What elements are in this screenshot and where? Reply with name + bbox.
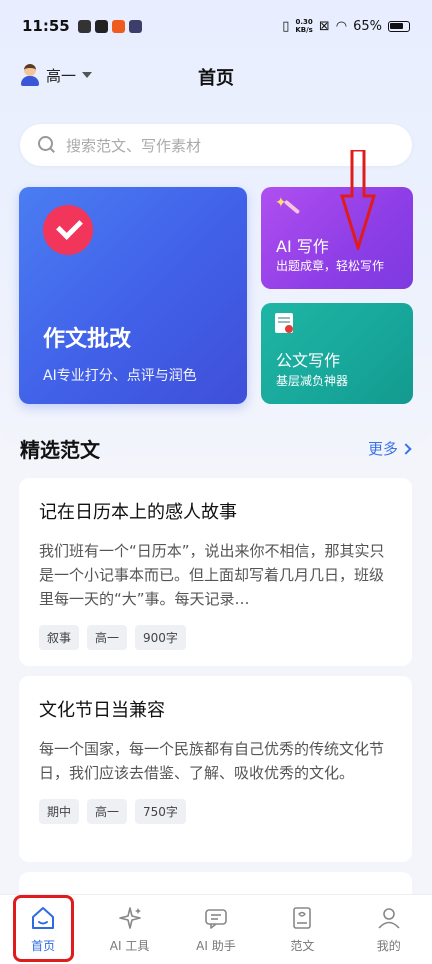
tab-profile[interactable]: 我的 — [354, 905, 424, 964]
tab-ai-assistant[interactable]: AI 助手 — [181, 905, 251, 964]
tab-ai-assistant-label: AI 助手 — [196, 939, 236, 953]
tag-genre: 叙事 — [39, 625, 80, 650]
tab-ai-tools[interactable]: AI 工具 — [95, 905, 165, 964]
annotation-arrow-icon — [340, 150, 376, 250]
tag-length: 750字 — [135, 799, 186, 824]
tag-length: 900字 — [135, 625, 186, 650]
top-nav: 高一 首页 — [0, 58, 432, 94]
essay-excerpt: 我们班有一个“日历本”，说出来你不相信，那其实只是一个小记事本而已。但上面却写着… — [39, 542, 385, 608]
battery-icon — [388, 20, 410, 32]
search-icon — [38, 136, 56, 154]
status-time: 11:55 — [22, 17, 70, 35]
essay-correction-card[interactable]: 作文批改 AI专业打分、点评与润色 — [19, 187, 247, 404]
net-speed-unit: KB/s — [295, 26, 313, 34]
ai-writing-title: AI 写作 — [276, 237, 329, 256]
ai-writing-card[interactable]: ✦ AI 写作 出题成章，轻松写作 — [261, 187, 413, 289]
magic-wand-icon: ✦ — [275, 195, 301, 221]
ai-writing-subtitle: 出题成章，轻松写作 — [276, 259, 385, 273]
essay-tags: 期中 高一 750字 — [39, 799, 392, 824]
annotation-highlight-box — [13, 895, 74, 962]
tab-essays[interactable]: 范文 — [267, 905, 337, 964]
tag-grade: 高一 — [87, 799, 128, 824]
battery-percent: 65% — [353, 18, 382, 34]
official-writing-subtitle: 基层减负神器 — [276, 374, 349, 388]
tag-exam: 期中 — [39, 799, 80, 824]
tab-essays-label: 范文 — [290, 939, 315, 953]
net-speed-value: 0.30 — [295, 18, 313, 26]
sim-icon: ⊠ — [318, 18, 330, 34]
tab-profile-label: 我的 — [376, 939, 401, 953]
status-right: ▯ 0.30 KB/s ⊠ ◠ 65% — [282, 18, 410, 34]
document-icon — [275, 313, 293, 333]
book-icon — [293, 907, 312, 929]
app-notification-icon — [111, 19, 125, 33]
tag-grade: 高一 — [87, 625, 128, 650]
essay-card[interactable]: 记在日历本上的感人故事 我们班有一个“日历本”，说出来你不相信，那其实只是一个小… — [19, 478, 412, 666]
official-writing-card[interactable]: 公文写作 基层减负神器 — [261, 303, 413, 404]
tab-ai-tools-label: AI 工具 — [109, 939, 150, 953]
essay-excerpt: 每一个国家，每一个民族都有自己优秀的传统文化节日，我们应该去借鉴、了解、吸收优秀… — [39, 740, 385, 782]
more-label: 更多 — [367, 440, 398, 458]
search-placeholder: 搜索范文、写作素材 — [66, 136, 202, 155]
essay-card[interactable]: 文化节日当兼容 每一个国家，每一个民族都有自己优秀的传统文化节日，我们应该去借鉴… — [19, 676, 412, 862]
essay-tags: 叙事 高一 900字 — [39, 625, 392, 650]
vibrate-icon: ▯ — [282, 18, 290, 34]
status-bar: 11:55 ▯ 0.30 KB/s ⊠ ◠ 65% — [0, 0, 432, 52]
app-notification-icon — [94, 19, 108, 33]
notification-icons — [77, 19, 142, 33]
essay-title: 文化节日当兼容 — [39, 700, 165, 721]
play-icon — [128, 19, 142, 33]
more-link[interactable]: 更多 — [367, 438, 412, 459]
sparkle-icon — [118, 907, 141, 929]
page-title: 首页 — [198, 68, 234, 89]
chevron-right-icon — [400, 442, 412, 455]
check-icon — [43, 205, 93, 255]
official-writing-title: 公文写作 — [276, 351, 341, 370]
user-icon — [378, 908, 400, 929]
essay-title: 记在日历本上的感人故事 — [39, 502, 237, 523]
app-notification-icon — [77, 19, 91, 33]
section-title: 精选范文 — [20, 438, 100, 462]
wifi-icon: ◠ — [335, 18, 348, 34]
chat-icon — [205, 909, 227, 929]
net-speed: 0.30 KB/s — [295, 18, 312, 34]
essay-correction-title: 作文批改 — [43, 327, 132, 352]
essay-correction-subtitle: AI专业打分、点评与润色 — [43, 368, 197, 384]
